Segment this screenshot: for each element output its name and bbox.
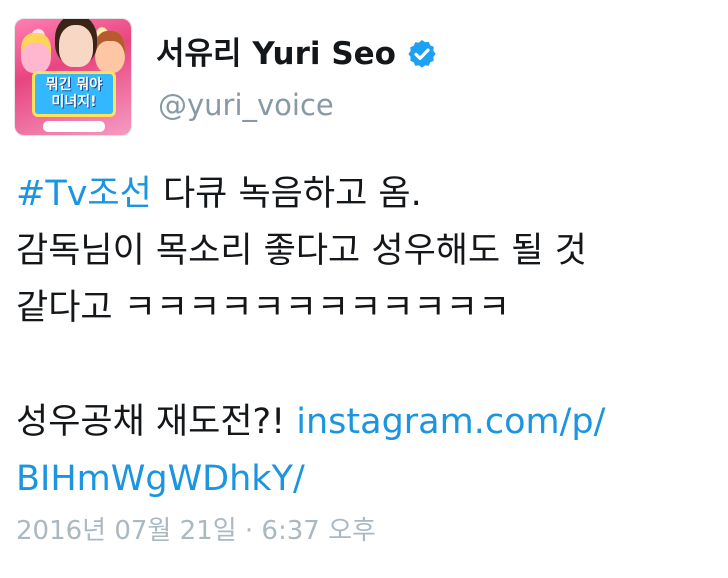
author-handle[interactable]: @yuri_voice bbox=[158, 86, 334, 124]
tweet-line-5: 성우공채 재도전?! instagram.com/p/ bbox=[16, 394, 716, 451]
instagram-link-part2[interactable]: BIHmWgWDhkY/ bbox=[16, 459, 305, 499]
avatar-center-character bbox=[59, 25, 93, 67]
avatar-right-character bbox=[95, 31, 125, 73]
tweet-line-1-text: 다큐 녹음하고 옴. bbox=[151, 174, 422, 214]
tweet-line-5-text: 성우공채 재도전?! bbox=[16, 402, 297, 442]
avatar-logo-line2: 미녀지! bbox=[51, 94, 97, 110]
tweet-line-6: BIHmWgWDhkY/ bbox=[16, 451, 716, 508]
avatar-game-logo: 뭐긴 뭐야 미녀지! bbox=[32, 71, 116, 117]
verified-badge-icon bbox=[408, 40, 436, 68]
tweet-line-3: 같다고 ㅋㅋㅋㅋㅋㅋㅋㅋㅋㅋㅋㅋ bbox=[16, 288, 511, 328]
author-name-text: 서유리 Yuri Seo bbox=[156, 36, 396, 72]
instagram-link-part1[interactable]: instagram.com/p/ bbox=[296, 402, 605, 442]
profile-avatar[interactable]: 뭐긴 뭐야 미녀지! bbox=[14, 18, 132, 136]
tweet-line-1: #Tv조선 다큐 녹음하고 옴. bbox=[16, 166, 716, 223]
tweet-body: #Tv조선 다큐 녹음하고 옴. 감독님이 목소리 좋다고 성우해도 될 것 같… bbox=[16, 166, 716, 508]
tweet-line-2: 감독님이 목소리 좋다고 성우해도 될 것 bbox=[16, 231, 587, 271]
avatar-logo-line1: 뭐긴 뭐야 bbox=[45, 77, 103, 93]
tweet-timestamp[interactable]: 2016년 07월 21일 · 6:37 오후 bbox=[16, 514, 376, 548]
avatar-logo-caption bbox=[43, 121, 105, 132]
author-display-name[interactable]: 서유리 Yuri Seo bbox=[156, 34, 438, 74]
tweet-card: 뭐긴 뭐야 미녀지! 서유리 Yuri Seo @yuri_voice #Tv조… bbox=[0, 0, 728, 578]
avatar-left-character bbox=[21, 33, 51, 73]
hashtag-link[interactable]: #Tv조선 bbox=[16, 174, 152, 214]
